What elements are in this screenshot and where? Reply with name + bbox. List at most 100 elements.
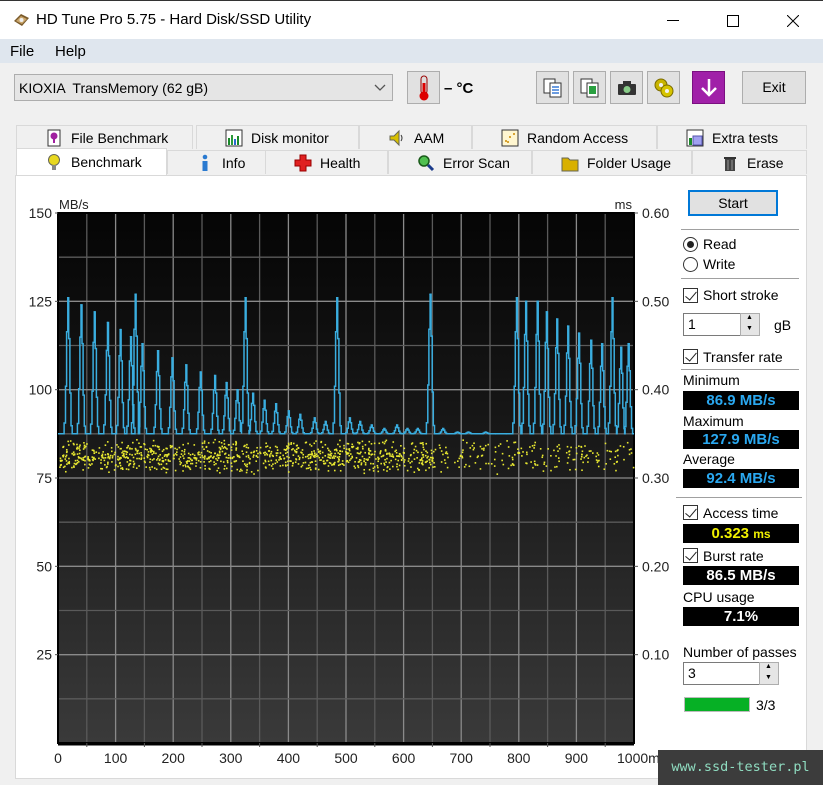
access-time-point — [233, 456, 235, 458]
access-time-point — [609, 458, 612, 460]
access-time-point — [574, 468, 577, 471]
access-time-point — [218, 450, 221, 453]
tab-random-access[interactable]: Random Access — [472, 125, 657, 149]
start-button[interactable]: Start — [688, 190, 778, 216]
access-time-point — [193, 457, 195, 459]
access-time-point — [262, 452, 265, 454]
access-time-point — [98, 447, 101, 449]
access-time-point — [422, 442, 424, 444]
temperature-button[interactable] — [407, 71, 440, 104]
access-time-point — [169, 460, 171, 462]
access-time-point — [235, 447, 238, 450]
tab-error-scan[interactable]: Error Scan — [388, 150, 532, 174]
drive-select[interactable]: KIOXIA TransMemory (62 gB) — [14, 74, 393, 101]
access-time-point — [468, 465, 471, 468]
access-time-point — [300, 451, 302, 454]
menu-help[interactable]: Help — [55, 43, 86, 60]
burst-rate-checkbox[interactable] — [683, 548, 698, 563]
access-time-point — [65, 455, 67, 458]
screenshot-button[interactable] — [610, 71, 643, 104]
passes-spinner[interactable] — [759, 662, 779, 685]
access-time-point — [592, 452, 594, 454]
tab-file-benchmark[interactable]: File Benchmark — [16, 125, 193, 149]
access-time-checkbox[interactable] — [683, 505, 698, 520]
access-time-point — [252, 456, 255, 458]
access-time-point — [176, 448, 178, 451]
access-time-point — [104, 464, 106, 466]
access-time-point — [309, 443, 311, 446]
tab-benchmark[interactable]: Benchmark — [16, 148, 167, 175]
access-time-point — [317, 448, 319, 451]
copy-screenshot-button[interactable] — [573, 71, 606, 104]
access-time-point — [199, 456, 202, 459]
access-time-point — [103, 459, 106, 462]
access-time-point — [226, 459, 229, 462]
access-time-point — [382, 469, 385, 471]
access-time-point — [432, 457, 434, 460]
exit-button[interactable]: Exit — [742, 71, 806, 104]
short-stroke-spinner[interactable] — [740, 313, 760, 336]
access-time-point — [65, 460, 68, 462]
tab-folder-usage[interactable]: Folder Usage — [532, 150, 692, 174]
tab-extra-tests[interactable]: Extra tests — [657, 125, 807, 149]
access-time-point — [153, 452, 155, 454]
access-time-point — [131, 454, 133, 456]
transfer-rate-checkbox[interactable] — [683, 349, 698, 364]
access-time-point — [269, 454, 271, 456]
read-radio[interactable] — [683, 237, 698, 252]
access-time-point — [282, 454, 284, 457]
short-stroke-input[interactable]: 1 — [683, 313, 741, 336]
access-time-point — [337, 443, 339, 446]
access-time-point — [159, 453, 161, 456]
access-time-point — [216, 469, 219, 472]
tab-label: Health — [320, 154, 361, 171]
access-time-point — [91, 463, 93, 465]
access-time-point — [184, 464, 187, 466]
access-time-point — [294, 461, 297, 464]
access-time-point — [191, 459, 193, 462]
access-time-point — [298, 456, 301, 459]
access-time-point — [245, 471, 248, 474]
access-time-point — [354, 467, 357, 469]
close-button[interactable] — [763, 1, 823, 40]
access-time-point — [153, 467, 156, 469]
access-time-point — [101, 468, 104, 470]
access-time-point — [364, 444, 367, 446]
access-time-point — [349, 459, 351, 462]
access-time-point — [306, 455, 309, 458]
access-time-point — [603, 468, 606, 471]
access-time-point — [221, 450, 224, 453]
access-time-point — [68, 460, 71, 463]
tab-aam[interactable]: AAM — [359, 125, 472, 149]
write-radio[interactable] — [683, 257, 698, 272]
access-time-point — [469, 455, 472, 458]
access-time-point — [376, 464, 379, 467]
access-time-point — [230, 446, 233, 449]
tab-disk-monitor[interactable]: Disk monitor — [196, 125, 359, 149]
access-time-point — [197, 453, 200, 456]
menu-file[interactable]: File — [10, 43, 34, 60]
options-button[interactable] — [647, 71, 680, 104]
access-time-point — [101, 456, 104, 459]
access-time-point — [315, 453, 318, 456]
access-time-point — [169, 444, 172, 447]
access-time-point — [440, 461, 443, 463]
watermark: www.ssd-tester.pl — [658, 750, 823, 785]
access-time-point — [87, 467, 90, 469]
access-time-point — [175, 454, 178, 456]
save-button[interactable] — [692, 71, 725, 104]
minimize-button[interactable] — [643, 1, 703, 40]
access-time-point — [225, 456, 228, 459]
tab-health[interactable]: Health — [265, 150, 388, 174]
access-time-point — [80, 457, 82, 460]
access-time-point — [341, 450, 344, 453]
transfer-rate-peak — [335, 297, 338, 299]
copy-text-button[interactable] — [536, 71, 569, 104]
passes-input[interactable]: 3 — [683, 662, 760, 685]
tab-erase[interactable]: Erase — [692, 150, 807, 174]
maximize-button[interactable] — [703, 1, 763, 40]
short-stroke-checkbox[interactable] — [683, 288, 698, 303]
access-time-point — [79, 444, 81, 446]
transfer-rate-peak — [515, 297, 518, 299]
access-time-point — [100, 459, 102, 461]
